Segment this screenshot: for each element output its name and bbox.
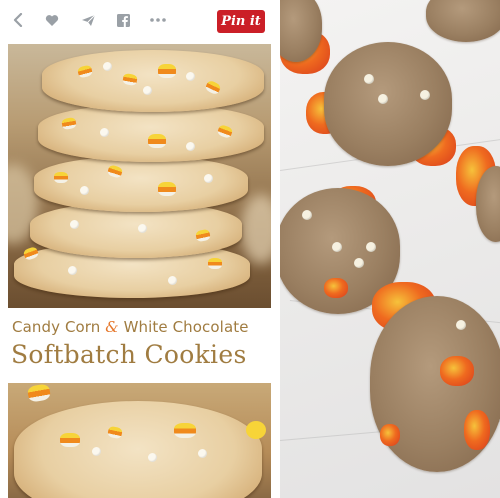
baked-cookie xyxy=(426,0,500,42)
candy-corn xyxy=(246,421,266,439)
pin-it-button[interactable]: Pin it xyxy=(217,10,265,33)
back-chevron-icon[interactable] xyxy=(8,10,28,30)
white-chip xyxy=(92,447,101,456)
pin-toolbar: Pin it xyxy=(0,0,278,42)
title-text: White Chocolate xyxy=(123,318,249,336)
melted-candy xyxy=(380,424,400,446)
cookie-stack-photo xyxy=(8,44,271,308)
white-chip xyxy=(143,86,152,95)
candy-corn xyxy=(60,433,80,447)
white-chip xyxy=(364,74,374,84)
white-chip xyxy=(70,220,79,229)
white-chip xyxy=(456,320,466,330)
white-chip xyxy=(80,186,89,195)
pin-title-line2: Softbatch Cookies xyxy=(11,340,247,369)
candy-corn xyxy=(26,383,52,403)
title-text: Candy Corn xyxy=(12,318,101,336)
white-chip xyxy=(68,266,77,275)
white-chip xyxy=(332,242,342,252)
candy-corn xyxy=(208,258,222,269)
candy-corn xyxy=(158,64,176,78)
white-chip xyxy=(366,242,376,252)
white-chip xyxy=(103,62,112,71)
candy-corn xyxy=(54,172,68,183)
melted-candy xyxy=(324,278,348,298)
white-chip xyxy=(378,94,388,104)
candy-corn xyxy=(158,182,176,196)
baked-cookie xyxy=(324,42,452,166)
cookie-closeup xyxy=(14,401,262,498)
pin-title-line1: Candy Corn & White Chocolate xyxy=(12,318,272,336)
candy-corn xyxy=(148,134,166,148)
white-chip xyxy=(168,276,177,285)
candy-corn xyxy=(174,423,196,438)
pin-panel: Pin it Candy Corn & White Chocolate Soft… xyxy=(0,0,278,498)
white-chip xyxy=(186,142,195,151)
white-chip xyxy=(198,449,207,458)
melted-candy xyxy=(464,410,490,450)
pin-caption: Candy Corn & White Chocolate Softbatch C… xyxy=(0,312,278,382)
baking-sheet-photo xyxy=(280,0,500,498)
white-chip xyxy=(302,210,312,220)
melted-candy xyxy=(440,356,474,386)
ampersand: & xyxy=(105,318,119,336)
facebook-icon[interactable] xyxy=(113,10,133,30)
heart-icon[interactable] xyxy=(42,10,62,30)
background-cookie-blur xyxy=(241,194,271,264)
white-chip xyxy=(204,174,213,183)
white-chip xyxy=(186,72,195,81)
send-icon[interactable] xyxy=(78,10,98,30)
white-chip xyxy=(100,128,109,137)
white-chip xyxy=(138,224,147,233)
white-chip xyxy=(354,258,364,268)
white-chip xyxy=(148,453,157,462)
white-chip xyxy=(420,90,430,100)
cookie-layer xyxy=(42,50,264,112)
cookie-layer xyxy=(34,156,248,212)
more-icon[interactable] xyxy=(148,10,168,30)
cookie-closeup-photo xyxy=(8,383,271,498)
